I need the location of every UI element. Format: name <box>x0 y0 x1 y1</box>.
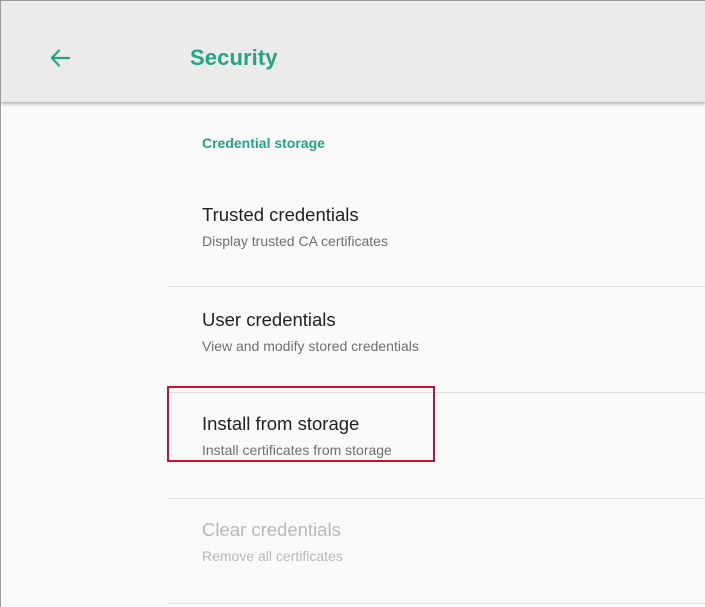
pref-user-credentials[interactable]: User credentials View and modify stored … <box>167 309 705 411</box>
arrow-left-icon <box>50 49 70 67</box>
pref-clear-credentials: Clear credentials Remove all certificate… <box>167 519 705 607</box>
divider <box>167 286 705 287</box>
page-title: Security <box>190 45 278 70</box>
pref-title: Install from storage <box>202 413 360 434</box>
pref-trusted-credentials[interactable]: Trusted credentials Display trusted CA c… <box>167 204 705 306</box>
pref-summary: Remove all certificates <box>202 548 343 564</box>
pref-summary: View and modify stored credentials <box>202 338 419 354</box>
section-header-credential-storage: Credential storage <box>202 135 325 151</box>
pref-summary: Display trusted CA certificates <box>202 233 388 249</box>
pref-title: Trusted credentials <box>202 204 359 225</box>
app-bar: Security <box>1 1 705 102</box>
pref-install-from-storage[interactable]: Install from storage Install certificate… <box>167 413 705 515</box>
divider <box>167 603 705 604</box>
pref-title: Clear credentials <box>202 519 341 540</box>
preference-list: Credential storage Trusted credentials D… <box>1 104 705 607</box>
back-button[interactable] <box>45 43 75 73</box>
divider <box>167 498 705 499</box>
pref-summary: Install certificates from storage <box>202 442 392 458</box>
pref-title: User credentials <box>202 309 336 330</box>
divider <box>167 392 705 393</box>
settings-window: Security Credential storage Trusted cred… <box>0 0 705 607</box>
